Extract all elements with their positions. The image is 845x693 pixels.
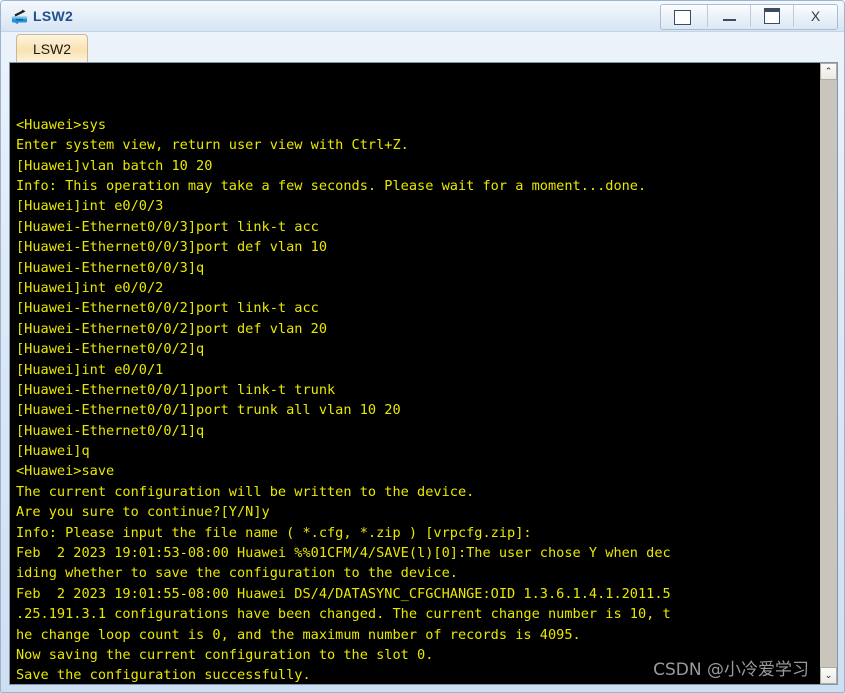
- terminal-line: [Huawei-Ethernet0/0/3]port def vlan 10: [16, 239, 327, 256]
- terminal-line: .25.191.3.1 configurations have been cha…: [16, 606, 671, 623]
- terminal-line: [Huawei-Ethernet0/0/2]port link-t acc: [16, 300, 319, 317]
- switch-icon: [10, 6, 30, 26]
- tab-label: LSW2: [32, 40, 72, 57]
- terminal-line: [Huawei-Ethernet0/0/2]port def vlan 20: [16, 320, 327, 337]
- terminal-line: Are you sure to continue?[Y/N]y: [16, 504, 270, 521]
- terminal-line: [Huawei-Ethernet0/0/1]q: [16, 422, 205, 439]
- terminal-line: [Huawei]int e0/0/2: [16, 279, 164, 296]
- terminal-line: The current configuration will be writte…: [16, 483, 475, 500]
- terminal-line: Feb 2 2023 19:01:55-08:00 Huawei DS/4/DA…: [16, 585, 671, 602]
- terminal-line: <Huawei>save: [16, 463, 115, 480]
- minimize-button[interactable]: [708, 5, 751, 27]
- terminal-line: <Huawei>sys: [16, 116, 107, 133]
- terminal-line: he change loop count is 0, and the maxim…: [16, 626, 581, 643]
- tab-lsw2[interactable]: LSW2: [16, 34, 88, 62]
- chevron-up-icon: ⌃: [824, 66, 833, 76]
- terminal-line: Now saving the current configuration to …: [16, 646, 434, 663]
- terminal-line: iding whether to save the configuration …: [16, 565, 458, 582]
- terminal-line: [Huawei-Ethernet0/0/2]q: [16, 341, 205, 358]
- scroll-up-button[interactable]: ⌃: [820, 63, 837, 80]
- maximize-button[interactable]: [751, 5, 794, 27]
- terminal-line: Info: Please input the file name ( *.cfg…: [16, 524, 532, 541]
- terminal-window: LSW2 X LSW2 <Huawei>sys Enter system view…: [0, 0, 845, 693]
- terminal-line: [Huawei]q: [16, 443, 90, 460]
- close-button[interactable]: X: [794, 5, 837, 27]
- terminal-line: Enter system view, return user view with…: [16, 137, 409, 154]
- scrollbar-track[interactable]: [820, 80, 837, 667]
- terminal-line: [Huawei-Ethernet0/0/3]q: [16, 259, 205, 276]
- scroll-down-button[interactable]: ⌄: [820, 667, 837, 684]
- window-title: LSW2: [33, 8, 74, 24]
- vertical-scrollbar[interactable]: ⌃ ⌄: [819, 63, 837, 684]
- terminal-line: [Huawei-Ethernet0/0/1]port link-t trunk: [16, 381, 336, 398]
- chevron-down-icon: ⌄: [824, 670, 833, 680]
- window-controls: X: [660, 4, 838, 30]
- restore-button[interactable]: [661, 5, 708, 27]
- close-icon: X: [810, 8, 821, 24]
- terminal-line: [Huawei-Ethernet0/0/3]port link-t acc: [16, 218, 319, 235]
- maximize-icon: [764, 8, 780, 24]
- terminal-line: [Huawei]int e0/0/1: [16, 361, 164, 378]
- terminal-line: [Huawei-Ethernet0/0/1]port trunk all vla…: [16, 402, 401, 419]
- minimize-icon: [722, 19, 736, 21]
- terminal-panel: <Huawei>sys Enter system view, return use…: [9, 62, 838, 685]
- restore-icon: [673, 6, 695, 25]
- tab-strip: LSW2: [1, 32, 844, 62]
- terminal-line: Save the configuration successfully.: [16, 667, 311, 684]
- terminal-line: Info: This operation may take a few seco…: [16, 177, 647, 194]
- terminal-line: [Huawei]vlan batch 10 20: [16, 157, 213, 174]
- terminal-line: Feb 2 2023 19:01:53-08:00 Huawei %%01CFM…: [16, 545, 671, 562]
- title-bar[interactable]: LSW2 X: [1, 1, 844, 32]
- terminal-output[interactable]: <Huawei>sys Enter system view, return use…: [10, 63, 819, 684]
- terminal-line: [Huawei]int e0/0/3: [16, 198, 164, 215]
